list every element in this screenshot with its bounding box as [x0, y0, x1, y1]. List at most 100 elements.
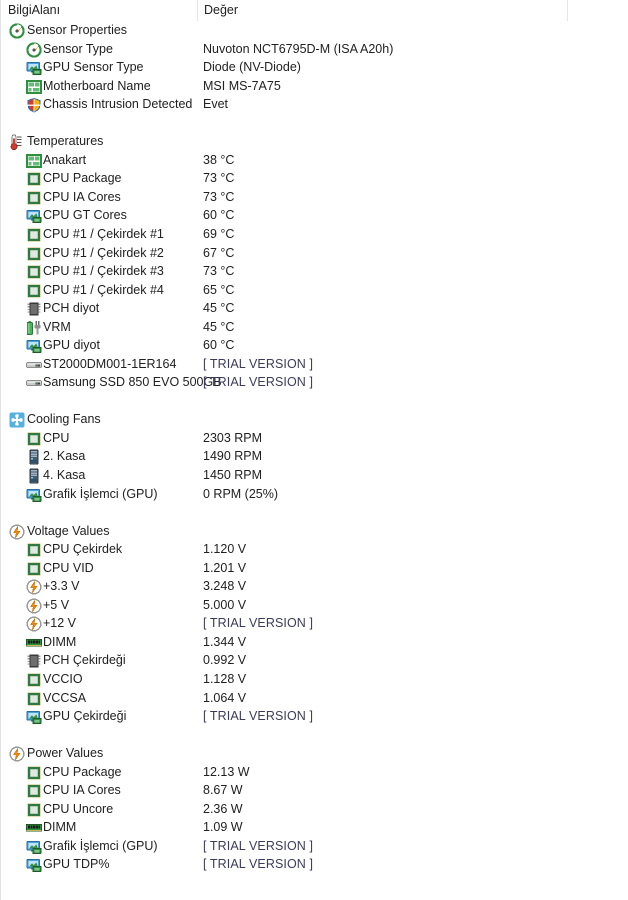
- sensor-row[interactable]: GPU Çekirdeği [ TRIAL VERSION ]: [1, 707, 628, 726]
- sensor-value: 1.344 V: [203, 634, 247, 649]
- cpu-icon: [26, 246, 42, 262]
- sensor-row[interactable]: CPU #1 / Çekirdek #4 65 °C: [1, 281, 628, 300]
- sensor-row[interactable]: ST2000DM001-1ER164 [ TRIAL VERSION ]: [1, 355, 628, 374]
- sensor-row[interactable]: Anakart 38 °C: [1, 151, 628, 170]
- sensor-row[interactable]: Samsung SSD 850 EVO 500GB[ TRIAL VERSION…: [1, 373, 628, 392]
- cpu-icon: [26, 691, 42, 707]
- sensor-row[interactable]: CPU IA Cores 8.67 W: [1, 781, 628, 800]
- cpu-icon: [26, 802, 42, 818]
- sensor-label: GPU TDP%: [43, 857, 110, 872]
- cpu-icon: [26, 190, 42, 206]
- case-tower-icon: [26, 449, 42, 466]
- cpu-icon: [26, 283, 42, 299]
- sensor-value: 1.128 V: [203, 672, 247, 686]
- cpu-icon: [26, 264, 42, 280]
- sensor-row[interactable]: VRM 45 °C: [1, 318, 628, 337]
- sensor-label: VRM: [43, 319, 71, 334]
- sensor-label: Grafik İşlemci (GPU): [43, 838, 158, 853]
- sensor-label: CPU IA Cores: [43, 189, 121, 204]
- fan-icon: [9, 412, 25, 428]
- sensor-label: 4. Kasa: [43, 468, 86, 483]
- sensor-row[interactable]: Grafik İşlemci (GPU) 0 RPM (25%): [1, 485, 628, 504]
- sensor-row[interactable]: CPU Uncore 2.36 W: [1, 800, 628, 819]
- sensor-row[interactable]: Motherboard Name MSI MS-7A75: [1, 77, 628, 96]
- sensor-label: GPU Sensor Type: [43, 60, 144, 75]
- sensor-value: 2.36 W: [203, 801, 243, 816]
- sensor-label: CPU #1 / Çekirdek #2: [43, 245, 164, 260]
- sensor-row[interactable]: CPU 2303 RPM: [1, 429, 628, 448]
- sensor-row[interactable]: CPU #1 / Çekirdek #3 73 °C: [1, 262, 628, 281]
- sensor-row[interactable]: CPU Package 73 °C: [1, 169, 628, 188]
- sensor-row[interactable]: GPU Sensor Type Diode (NV-Diode): [1, 58, 628, 77]
- thermometer-icon: [9, 134, 25, 151]
- sensor-value: 1.201 V: [203, 560, 247, 575]
- drive-icon: [26, 375, 42, 391]
- motherboard-icon: [26, 79, 42, 95]
- sensor-row[interactable]: DIMM 1.09 W: [1, 818, 628, 837]
- bolt-icon: [26, 598, 42, 614]
- gpu-monitor-icon: [26, 709, 42, 725]
- gpu-monitor-icon: [26, 487, 42, 503]
- cpu-icon: [26, 765, 42, 781]
- sensor-label: PCH diyot: [43, 301, 100, 316]
- sensor-row[interactable]: CPU IA Cores 73 °C: [1, 188, 628, 207]
- case-tower-icon: [26, 468, 42, 484]
- sensor-row[interactable]: CPU GT Cores 60 °C: [1, 206, 628, 225]
- bolt-icon: [9, 746, 25, 762]
- sensor-row[interactable]: DIMM 1.344 V: [1, 633, 628, 652]
- column-separator-2[interactable]: [567, 0, 568, 21]
- sensor-row[interactable]: CPU VID 1.201 V: [1, 559, 628, 578]
- sensor-row[interactable]: PCH Çekirdeği 0.992 V: [1, 651, 628, 670]
- sensor-row[interactable]: Chassis Intrusion Detected Evet: [1, 95, 628, 114]
- sensor-label: VCCIO: [43, 672, 83, 686]
- sensor-row[interactable]: VCCIO 1.128 V: [1, 670, 628, 689]
- sensor-row[interactable]: GPU diyot 60 °C: [1, 336, 628, 355]
- sensor-row[interactable]: 4. Kasa 1450 RPM: [1, 466, 628, 485]
- sensor-label: CPU VID: [43, 560, 94, 575]
- sensor-value: 12.13 W: [203, 764, 250, 779]
- sensor-label: Samsung SSD 850 EVO 500GB: [43, 375, 222, 390]
- cpu-icon: [26, 783, 42, 799]
- sensor-row[interactable]: VCCSA 1.064 V: [1, 689, 628, 708]
- sensor-label: DIMM: [43, 820, 77, 835]
- sensor-row[interactable]: +3.3 V 3.248 V: [1, 577, 628, 596]
- section-header-power-values[interactable]: Power Values: [1, 744, 628, 763]
- section-header-voltage-values[interactable]: Voltage Values: [1, 522, 628, 541]
- vrm-battery-icon: [26, 320, 42, 336]
- section-header-temperatures[interactable]: Temperatures: [1, 132, 628, 151]
- sensor-label: DIMM: [43, 634, 77, 649]
- sensor-row[interactable]: PCH diyot 45 °C: [1, 299, 628, 318]
- cpu-icon: [26, 542, 42, 558]
- column-header-value[interactable]: Değer: [204, 3, 238, 17]
- sensor-value: 0.992 V: [203, 653, 247, 668]
- sensor-list: Sensor Properties Sensor Type Nuvoton NCT6…: [1, 21, 628, 874]
- column-separator-1[interactable]: [197, 0, 198, 21]
- sensor-label: GPU Çekirdeği: [43, 709, 127, 724]
- sensor-value: [ TRIAL VERSION ]: [203, 857, 314, 872]
- sensor-row[interactable]: 2. Kasa 1490 RPM: [1, 447, 628, 466]
- sensor-value: 3.248 V: [203, 579, 247, 594]
- sensor-label: CPU GT Cores: [43, 208, 127, 223]
- cpu-icon: [26, 672, 42, 688]
- sensor-value: 65 °C: [203, 282, 235, 297]
- section-header-sensor-properties[interactable]: Sensor Properties: [1, 21, 628, 40]
- column-header-info[interactable]: BilgiAlanı: [8, 3, 60, 17]
- sensor-value: 1490 RPM: [203, 449, 263, 464]
- sensor-row[interactable]: CPU Package 12.13 W: [1, 763, 628, 782]
- sensor-row[interactable]: GPU TDP% [ TRIAL VERSION ]: [1, 855, 628, 874]
- sensor-row[interactable]: CPU #1 / Çekirdek #1 69 °C: [1, 225, 628, 244]
- sensor-row[interactable]: Grafik İşlemci (GPU) [ TRIAL VERSION ]: [1, 837, 628, 856]
- sensor-row[interactable]: +12 V [ TRIAL VERSION ]: [1, 614, 628, 633]
- sensor-value: [ TRIAL VERSION ]: [203, 709, 314, 724]
- section-header-cooling-fans[interactable]: Cooling Fans: [1, 410, 628, 429]
- sensor-row[interactable]: CPU #1 / Çekirdek #2 67 °C: [1, 244, 628, 263]
- sensor-row[interactable]: +5 V 5.000 V: [1, 596, 628, 615]
- section-title: Cooling Fans: [27, 412, 101, 427]
- sensor-row[interactable]: Sensor Type Nuvoton NCT6795D-M (ISA A20h): [1, 40, 628, 59]
- sensor-row[interactable]: CPU Çekirdek 1.120 V: [1, 540, 628, 559]
- sensor-value: MSI MS-7A75: [203, 78, 281, 93]
- sensor-value: 69 °C: [203, 226, 235, 241]
